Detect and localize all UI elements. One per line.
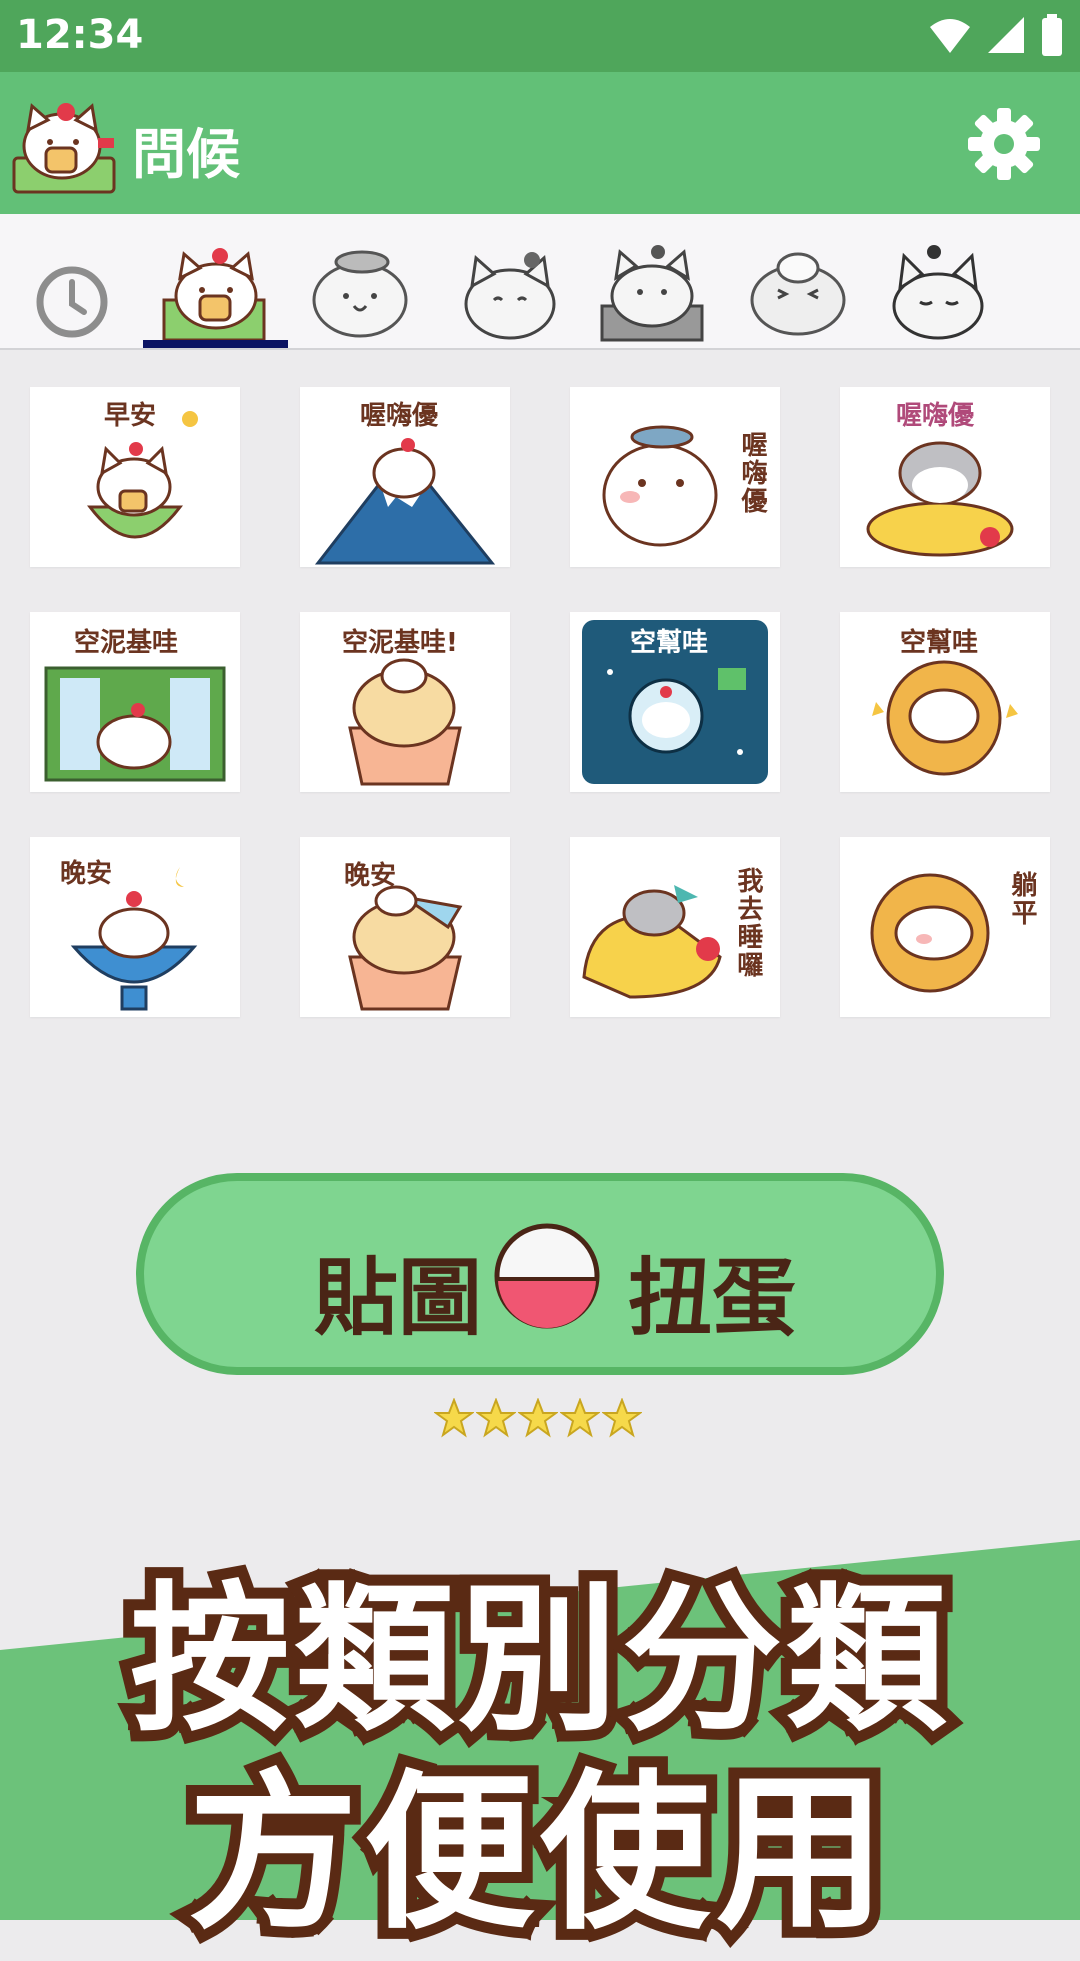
cat-sleepy-icon[interactable] bbox=[882, 234, 1002, 344]
sticker-gacha-button[interactable]: 貼圖 扭蛋 bbox=[136, 1173, 944, 1375]
star-icon bbox=[560, 1398, 600, 1438]
app-title: 問候 bbox=[132, 123, 240, 186]
status-bar: 12:34 bbox=[0, 0, 1080, 72]
battery-icon bbox=[1042, 14, 1062, 56]
sticker-item[interactable]: 早安 bbox=[30, 387, 240, 567]
cat-bowl-icon[interactable] bbox=[596, 234, 716, 344]
star-icon bbox=[434, 1398, 474, 1438]
sticker-item[interactable]: 躺平 bbox=[840, 837, 1050, 1017]
sticker-item[interactable]: 空泥基哇 bbox=[30, 612, 240, 792]
sticker-label: 空幫哇 bbox=[900, 628, 979, 658]
gacha-label-left: 貼圖 bbox=[314, 1249, 483, 1347]
clock-icon[interactable] bbox=[22, 234, 142, 344]
sticker-item[interactable]: 喔嗨優 bbox=[300, 387, 510, 567]
rating-stars bbox=[434, 1398, 642, 1438]
sticker-label: 喔嗨優 bbox=[896, 401, 975, 431]
tab-indicator bbox=[143, 340, 288, 348]
star-icon bbox=[518, 1398, 558, 1438]
status-time: 12:34 bbox=[16, 12, 144, 58]
sticker-label: 早安 bbox=[104, 401, 157, 431]
sticker-item[interactable]: 晚安 bbox=[30, 837, 240, 1017]
sticker-cupcake-sleep-icon bbox=[348, 885, 463, 1011]
sticker-item[interactable]: 空幫哇 bbox=[840, 612, 1050, 792]
promo-subheadline: 方便使用 bbox=[177, 1744, 897, 1961]
app-logo-icon bbox=[12, 103, 116, 194]
sticker-label: 喔嗨優 bbox=[360, 401, 439, 431]
hamster-hat-icon[interactable] bbox=[302, 234, 422, 344]
star-icon bbox=[476, 1398, 516, 1438]
signal-icon bbox=[988, 17, 1024, 53]
cat-toast-icon[interactable] bbox=[158, 234, 278, 344]
sticker-label: 喔嗨優 bbox=[737, 431, 767, 515]
sticker-label: 空幫哇 bbox=[630, 628, 709, 658]
sticker-item[interactable]: 我去睡囉 bbox=[570, 837, 780, 1017]
sticker-label: 躺平 bbox=[1007, 871, 1037, 927]
gacha-ball-icon bbox=[494, 1223, 600, 1329]
sticker-item[interactable]: 空泥基哇! bbox=[300, 612, 510, 792]
gacha-label-right: 扭蛋 bbox=[628, 1249, 797, 1347]
sticker-item[interactable]: 空幫哇 bbox=[570, 612, 780, 792]
sticker-label: 晚安 bbox=[60, 859, 113, 889]
sticker-label: 空泥基哇! bbox=[342, 628, 458, 658]
sticker-item[interactable]: 喔嗨優 bbox=[570, 387, 780, 567]
sticker-cruller-lying-icon bbox=[870, 873, 990, 993]
star-icon bbox=[602, 1398, 642, 1438]
sticker-label: 空泥基哇 bbox=[74, 628, 179, 658]
cat-cherry-icon[interactable] bbox=[452, 234, 572, 344]
hamster-cream-icon[interactable] bbox=[740, 234, 860, 344]
sticker-label: 晚安 bbox=[344, 861, 397, 891]
settings-gear-icon[interactable] bbox=[964, 104, 1044, 184]
wifi-icon bbox=[930, 19, 970, 53]
sticker-item[interactable]: 喔嗨優 bbox=[840, 387, 1050, 567]
category-tabs bbox=[0, 214, 1080, 350]
app-bar: 問候 bbox=[0, 72, 1080, 214]
sticker-label: 我去睡囉 bbox=[733, 867, 763, 979]
sticker-item[interactable]: 晚安 bbox=[300, 837, 510, 1017]
